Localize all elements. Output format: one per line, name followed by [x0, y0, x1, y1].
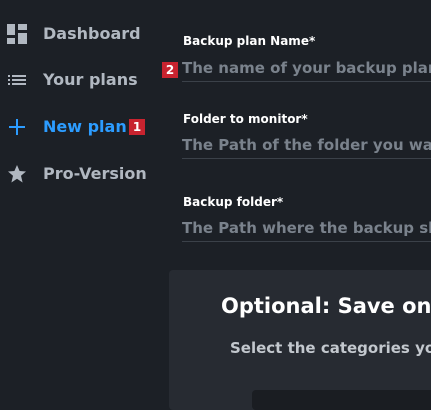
new-plan-form: Backup plan Name* 2 Folder to monitor* B… [160, 0, 431, 410]
annotation-badge: 1 [129, 119, 145, 135]
dashboard-icon [7, 24, 27, 44]
category-select-button[interactable] [252, 390, 431, 410]
optional-section-subtitle: Select the categories you [230, 339, 431, 357]
sidebar-item-label: New plan [43, 117, 127, 136]
folder-to-monitor-input[interactable] [182, 132, 431, 159]
plan-name-label: Backup plan Name* [183, 34, 316, 48]
sidebar: Dashboard Your plans New plan 1 Pro-Vers… [0, 0, 160, 404]
sidebar-item-label: Dashboard [43, 24, 141, 43]
sidebar-item-label: Pro-Version [43, 164, 147, 183]
backup-folder-input[interactable] [182, 215, 431, 242]
plus-icon [7, 117, 27, 137]
sidebar-item-label: Your plans [43, 70, 138, 89]
list-icon [7, 70, 27, 90]
plan-name-input[interactable] [182, 55, 431, 82]
optional-section-title: Optional: Save on [221, 294, 431, 318]
backup-folder-label: Backup folder* [183, 195, 284, 209]
folder-to-monitor-label: Folder to monitor* [183, 112, 308, 126]
annotation-badge: 2 [162, 62, 178, 78]
star-icon [7, 164, 27, 184]
